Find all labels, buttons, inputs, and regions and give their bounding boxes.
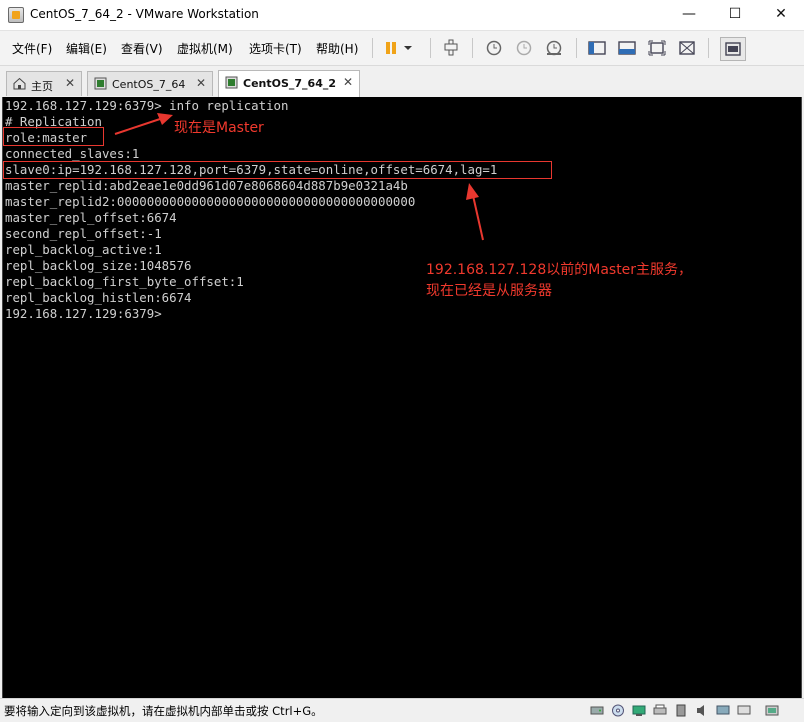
display-icon[interactable] xyxy=(716,704,730,717)
window-title: CentOS_7_64_2 - VMware Workstation xyxy=(30,7,259,21)
chevron-down-icon[interactable] xyxy=(401,37,415,59)
slave-annotation-line2: 现在已经是从服务器 xyxy=(426,283,552,299)
arrow-icon xyxy=(466,183,484,241)
toolbar-divider xyxy=(472,38,473,58)
close-icon[interactable]: ✕ xyxy=(196,76,206,90)
close-icon[interactable]: ✕ xyxy=(65,76,75,90)
printer-icon[interactable] xyxy=(653,704,667,717)
toolbar-divider xyxy=(430,38,431,58)
console-view-icon[interactable] xyxy=(616,37,638,59)
device-status-icon[interactable] xyxy=(765,704,779,717)
status-bar: 要将输入定向到该虚拟机，请在虚拟机内部单击或按 Ctrl+G。 xyxy=(0,698,804,722)
tab-label: CentOS_7_64_2 xyxy=(243,77,337,90)
hard-disk-icon[interactable] xyxy=(590,704,604,717)
cd-dvd-icon[interactable] xyxy=(611,704,625,717)
menu-help[interactable]: 帮助(H) xyxy=(316,40,358,57)
unity-icon[interactable] xyxy=(676,37,698,59)
role-annotation: 现在是Master xyxy=(174,120,264,136)
status-message: 要将输入定向到该虚拟机，请在虚拟机内部单击或按 Ctrl+G。 xyxy=(4,704,323,718)
vm-icon xyxy=(225,76,238,89)
toolbar-divider xyxy=(708,38,709,58)
maximize-button[interactable]: ☐ xyxy=(712,0,758,30)
minimize-button[interactable]: — xyxy=(666,0,712,30)
vmware-app-icon xyxy=(8,7,24,23)
menu-edit[interactable]: 编辑(E) xyxy=(66,40,107,57)
tab-home[interactable]: 主页 ✕ xyxy=(6,71,82,96)
close-button[interactable]: ✕ xyxy=(758,0,804,30)
arrow-icon xyxy=(114,113,173,135)
snapshot-manager-icon[interactable] xyxy=(543,37,565,59)
tab-strip: 主页 ✕ CentOS_7_64 ✕ CentOS_7_64_2 ✕ xyxy=(0,66,804,97)
home-icon xyxy=(13,77,26,90)
menu-vm[interactable]: 虚拟机(M) xyxy=(177,40,233,57)
fullscreen-icon[interactable] xyxy=(646,37,668,59)
menu-tabs[interactable]: 选项卡(T) xyxy=(249,40,302,57)
menu-file[interactable]: 文件(F) xyxy=(12,40,52,57)
sound-icon[interactable] xyxy=(695,704,709,717)
send-ctrl-alt-del-icon[interactable] xyxy=(440,37,462,59)
vm-icon xyxy=(94,77,107,90)
view-toggle-icon[interactable] xyxy=(720,37,746,61)
vm-console[interactable]: 192.168.127.129:6379> info replication #… xyxy=(2,97,802,698)
annotation-arrows xyxy=(114,113,484,241)
tab-label: 主页 xyxy=(31,80,53,93)
title-bar: CentOS_7_64_2 - VMware Workstation — ☐ ✕ xyxy=(0,0,804,31)
close-icon[interactable]: ✕ xyxy=(343,75,353,89)
pause-icon[interactable] xyxy=(380,37,402,59)
network-icon[interactable] xyxy=(632,704,646,717)
revert-snapshot-icon[interactable] xyxy=(513,37,535,59)
snapshot-icon[interactable] xyxy=(483,37,505,59)
tab-centos-7-64-2[interactable]: CentOS_7_64_2 ✕ xyxy=(218,70,360,97)
library-view-icon[interactable] xyxy=(586,37,608,59)
tab-label: CentOS_7_64 xyxy=(112,78,186,91)
usb-icon[interactable] xyxy=(674,704,688,717)
toolbar-divider xyxy=(372,38,373,58)
menu-toolbar: 文件(F) 编辑(E) 查看(V) 虚拟机(M) 选项卡(T) 帮助(H) xyxy=(0,31,804,66)
message-icon[interactable] xyxy=(737,704,751,717)
toolbar-divider xyxy=(576,38,577,58)
slave-annotation-line1: 192.168.127.128以前的Master主服务， xyxy=(426,262,693,278)
tab-centos-7-64[interactable]: CentOS_7_64 ✕ xyxy=(87,71,213,96)
menu-view[interactable]: 查看(V) xyxy=(121,40,163,57)
